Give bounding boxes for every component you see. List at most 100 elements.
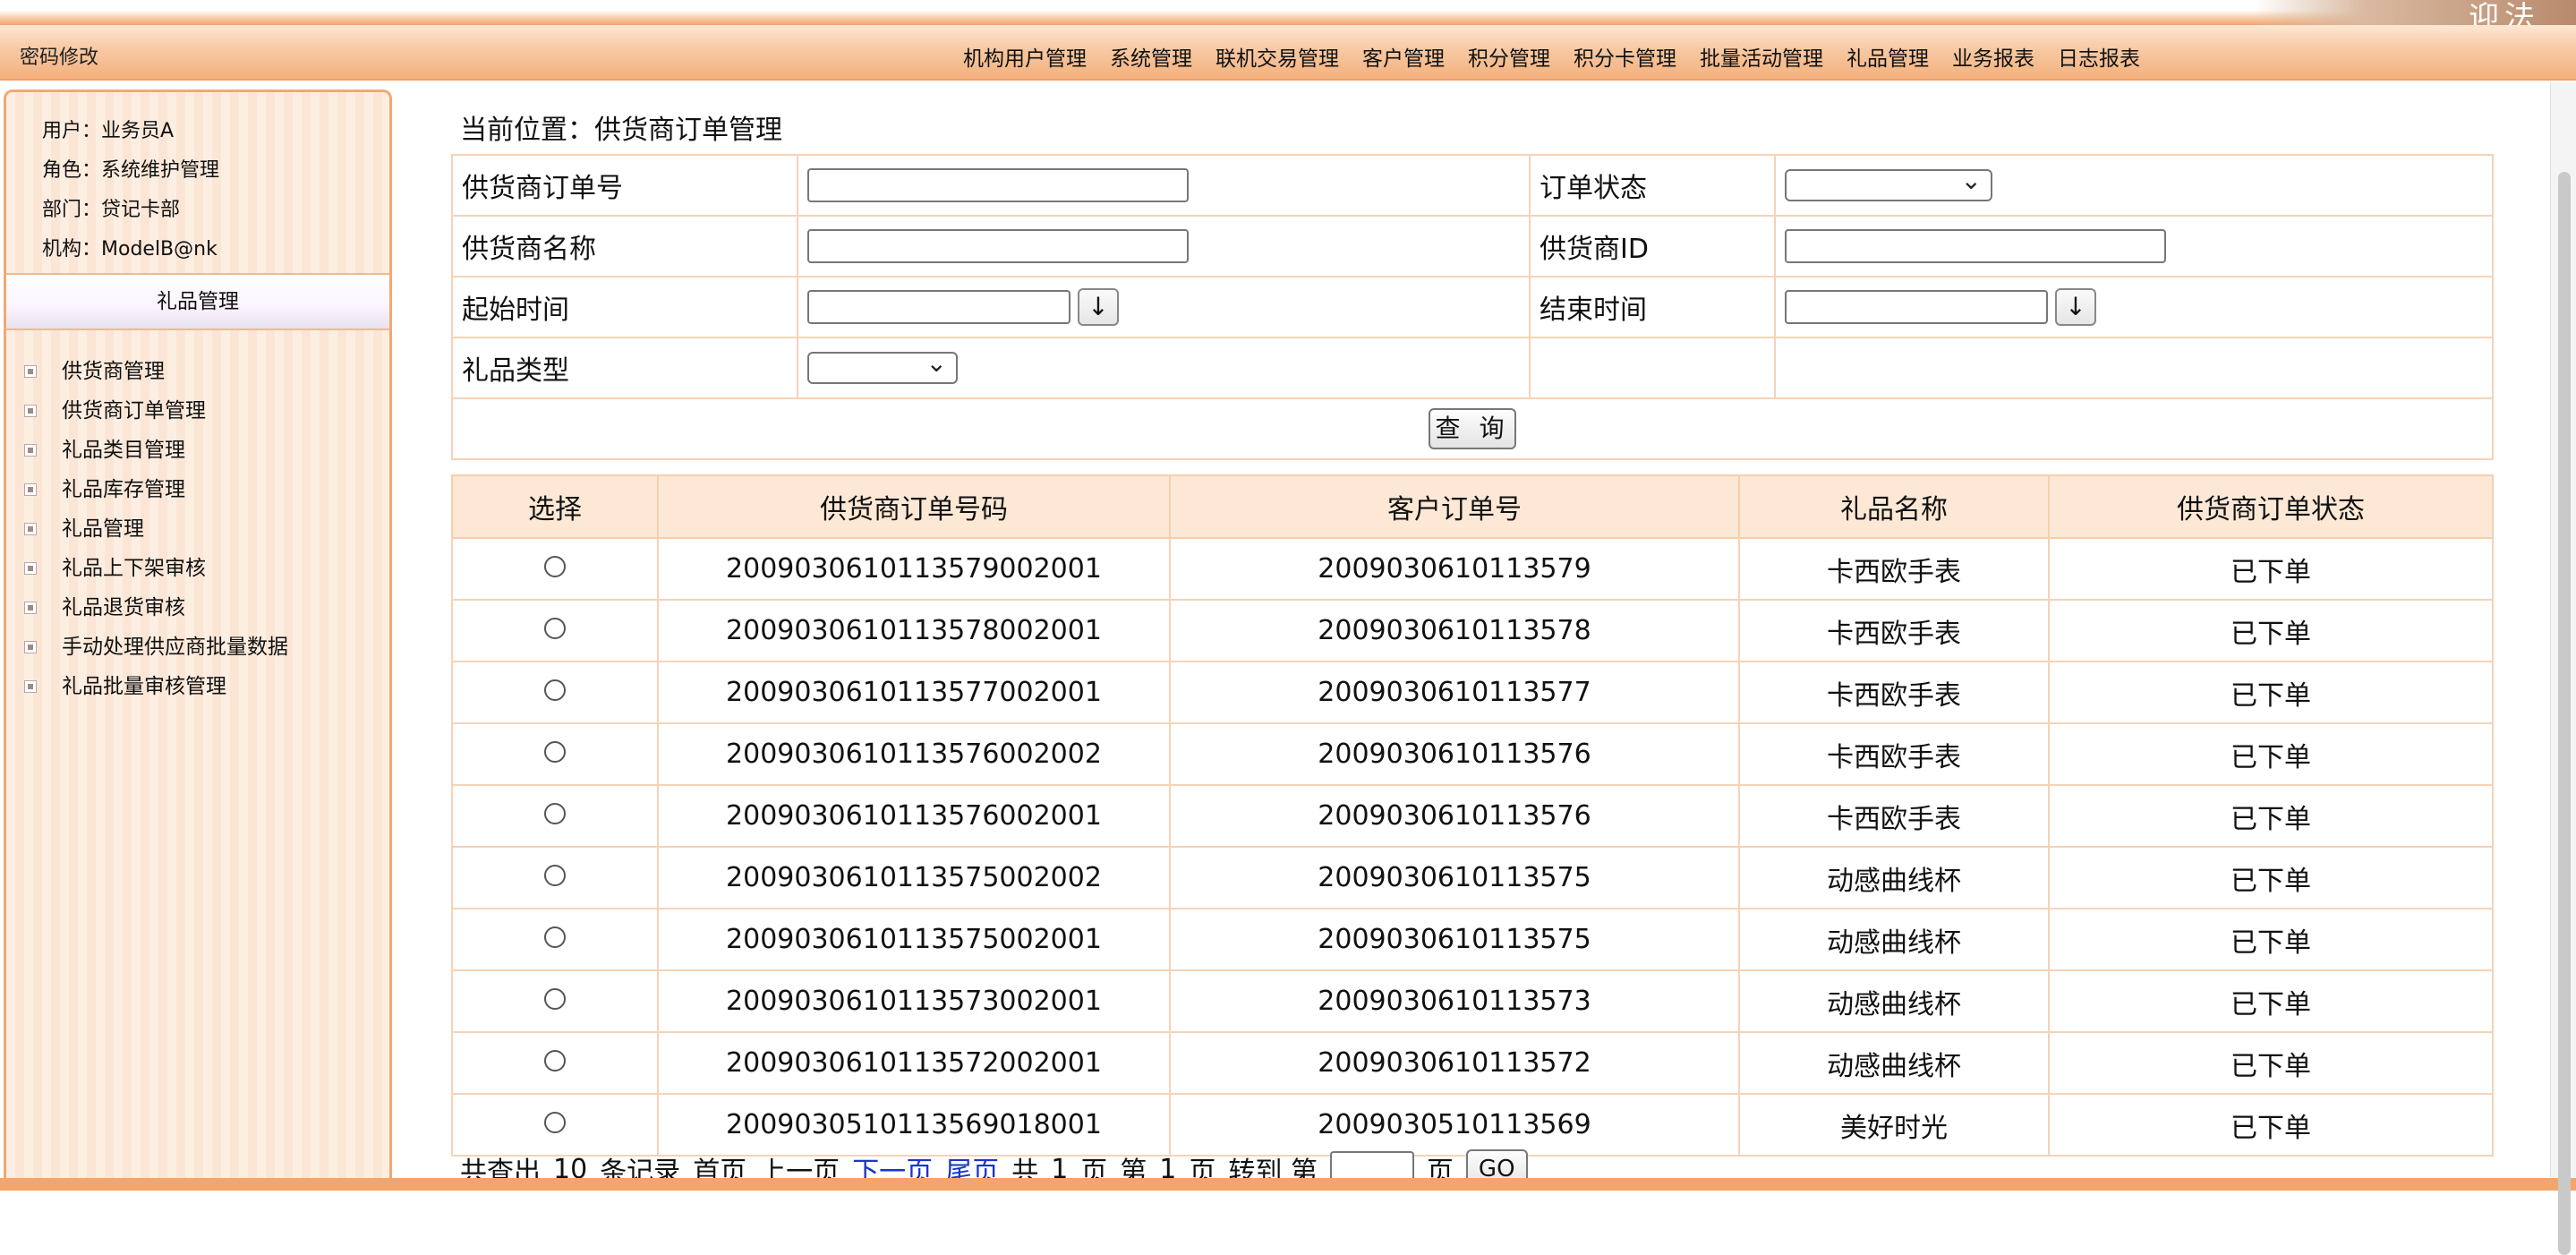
nav-item-log-report[interactable]: 日志报表 [2058,41,2140,72]
bullet-icon [24,602,37,614]
nav-item-gifts[interactable]: 礼品管理 [1847,41,1929,72]
row-select-radio[interactable] [544,1050,566,1071]
main-menu: 机构用户管理 系统管理 联机交易管理 客户管理 积分管理 积分卡管理 批量活动管… [963,41,2140,72]
nav-item-org-users[interactable]: 机构用户管理 [963,41,1087,72]
sidebar-item-gift-return-review[interactable]: 礼品退货审核 [6,588,389,628]
sidebar: 用户：业务员A 角色：系统维护管理 部门：贷记卡部 机构：ModelB@nk 礼… [4,90,392,1191]
row-select-radio[interactable] [544,803,566,824]
cell-order-status: 已下单 [2048,908,2494,971]
cell-order-status: 已下单 [2048,1031,2494,1095]
cell-gift-name: 卡西欧手表 [1738,537,2050,601]
sidebar-item-label: 礼品库存管理 [62,478,185,501]
cell-gift-name: 美好时光 [1738,1093,2050,1157]
cell-customer-order-no: 2009030610113577 [1169,661,1740,724]
row-select-radio[interactable] [544,988,566,1010]
user-org: 机构：ModelB@nk [42,238,218,260]
cell-order-status: 已下单 [2048,969,2494,1033]
sidebar-item-label: 手动处理供应商批量数据 [62,636,288,659]
cell-gift-name: 动感曲线杯 [1738,908,2050,971]
start-date-picker-button[interactable]: ↓ [1078,288,1119,326]
row-select-radio[interactable] [544,1112,566,1133]
supplier-id-label: 供货商ID [1529,215,1776,277]
sidebar-item-supplier[interactable]: 供货商管理 [6,352,389,391]
col-header-select: 选择 [451,474,659,539]
cell-customer-order-no: 2009030610113579 [1169,537,1740,601]
gift-type-label: 礼品类型 [451,337,798,399]
order-status-select[interactable] [1785,166,1992,202]
cell-gift-name: 卡西欧手表 [1738,722,2050,786]
sidebar-section-title: 礼品管理 [6,273,389,330]
start-time-input[interactable] [807,290,1070,324]
top-nav-bar: 密码修改 机构用户管理 系统管理 联机交易管理 客户管理 积分管理 积分卡管理 … [0,25,2576,81]
cell-supplier-order-no: 2009030610113575002002 [657,846,1171,909]
table-row: 2009030610113576002001 2009030610113576 卡西… [451,784,2494,848]
nav-item-points[interactable]: 积分管理 [1468,41,1550,72]
sidebar-item-gift-shelf-review[interactable]: 礼品上下架审核 [6,549,389,588]
bullet-icon [24,365,37,378]
nav-item-points-card[interactable]: 积分卡管理 [1574,41,1676,72]
cell-gift-name: 卡西欧手表 [1738,784,2050,848]
cell-supplier-order-no: 2009030610113577002001 [657,661,1171,724]
cell-supplier-order-no: 2009030610113575002001 [657,908,1171,971]
col-header-customer-order-no: 客户订单号 [1169,474,1740,539]
cell-order-status: 已下单 [2048,661,2494,724]
table-row: 2009030610113575002002 2009030610113575 动感… [451,846,2494,909]
row-select-radio[interactable] [544,865,566,886]
cell-supplier-order-no: 2009030610113576002001 [657,784,1171,848]
table-header-row: 选择 供货商订单号码 客户订单号 礼品名称 供货商订单状态 [451,474,2494,539]
sidebar-item-gift-category[interactable]: 礼品类目管理 [6,431,389,470]
col-header-supplier-order-no: 供货商订单号码 [657,474,1171,539]
cell-order-status: 已下单 [2048,846,2494,909]
supplier-name-input[interactable] [807,229,1189,263]
row-select-radio[interactable] [544,926,566,948]
nav-item-online-trade[interactable]: 联机交易管理 [1215,41,1339,72]
sidebar-item-gift-stock[interactable]: 礼品库存管理 [6,470,389,509]
supplier-name-label: 供货商名称 [451,215,798,277]
password-change-link[interactable]: 密码修改 [20,41,98,70]
query-button[interactable]: 查 询 [1429,408,1516,449]
supplier-id-input[interactable] [1785,229,2166,263]
cell-customer-order-no: 2009030610113572 [1169,1031,1740,1095]
top-banner: 迎法 [0,0,2576,36]
nav-item-system[interactable]: 系统管理 [1110,41,1192,72]
nav-item-customers[interactable]: 客户管理 [1362,41,1445,72]
end-time-input[interactable] [1785,290,2048,324]
sidebar-item-label: 供货商订单管理 [62,399,206,423]
vertical-scrollbar[interactable] [2550,82,2576,1255]
user-name: 用户：业务员A [42,120,175,142]
cell-gift-name: 动感曲线杯 [1738,1031,2050,1095]
sidebar-item-gift[interactable]: 礼品管理 [6,509,389,549]
cell-customer-order-no: 2009030610113576 [1169,722,1740,786]
row-select-radio[interactable] [544,741,566,763]
cell-supplier-order-no: 2009030510113569018001 [657,1093,1171,1157]
cell-supplier-order-no: 200903061011357800​2001 [657,599,1171,662]
row-select-radio[interactable] [544,679,566,701]
nav-item-batch-activity[interactable]: 批量活动管理 [1700,41,1823,72]
sidebar-item-supplier-order[interactable]: 供货商订单管理 [6,391,389,431]
nav-item-business-report[interactable]: 业务报表 [1952,41,2034,72]
table-row: 2009030610113577002001 2009030610113577 卡西… [451,661,2494,724]
cell-supplier-order-no: 20090306101135790020​01 [657,537,1171,601]
gift-type-select[interactable] [807,348,958,385]
bullet-icon [24,641,37,653]
cell-gift-name: 卡西欧手表 [1738,661,2050,724]
sidebar-menu: 供货商管理 供货商订单管理 礼品类目管理 礼品库存管理 礼品管理 礼品上下架审核… [6,352,389,706]
supplier-order-no-label: 供货商订单号 [451,154,798,217]
cell-order-status: 已下单 [2048,599,2494,662]
table-row: 200903061011357800​2001 2009030610113578 卡… [451,599,2494,662]
supplier-order-no-input[interactable] [807,168,1189,202]
scrollbar-thumb[interactable] [2558,172,2571,1255]
end-time-label: 结束时间 [1529,276,1776,338]
end-date-picker-button[interactable]: ↓ [2055,288,2096,326]
sidebar-item-manual-batch[interactable]: 手动处理供应商批量数据 [6,628,389,667]
table-row: 2009030610113573002001 2009030610113573 动感… [451,969,2494,1033]
sidebar-item-gift-batch-review[interactable]: 礼品批量审核管理 [6,667,389,706]
bullet-icon [24,680,37,693]
row-select-radio[interactable] [544,618,566,639]
row-select-radio[interactable] [544,556,566,577]
user-info: 用户：业务员A 角色：系统维护管理 部门：贷记卡部 机构：ModelB@nk [6,92,389,269]
cell-customer-order-no: 2009030610113578 [1169,599,1740,662]
breadcrumb: 当前位置：供货商订单管理 [460,115,782,146]
col-header-supplier-order-status: 供货商订单状态 [2048,474,2494,539]
cell-order-status: 已下单 [2048,537,2494,601]
